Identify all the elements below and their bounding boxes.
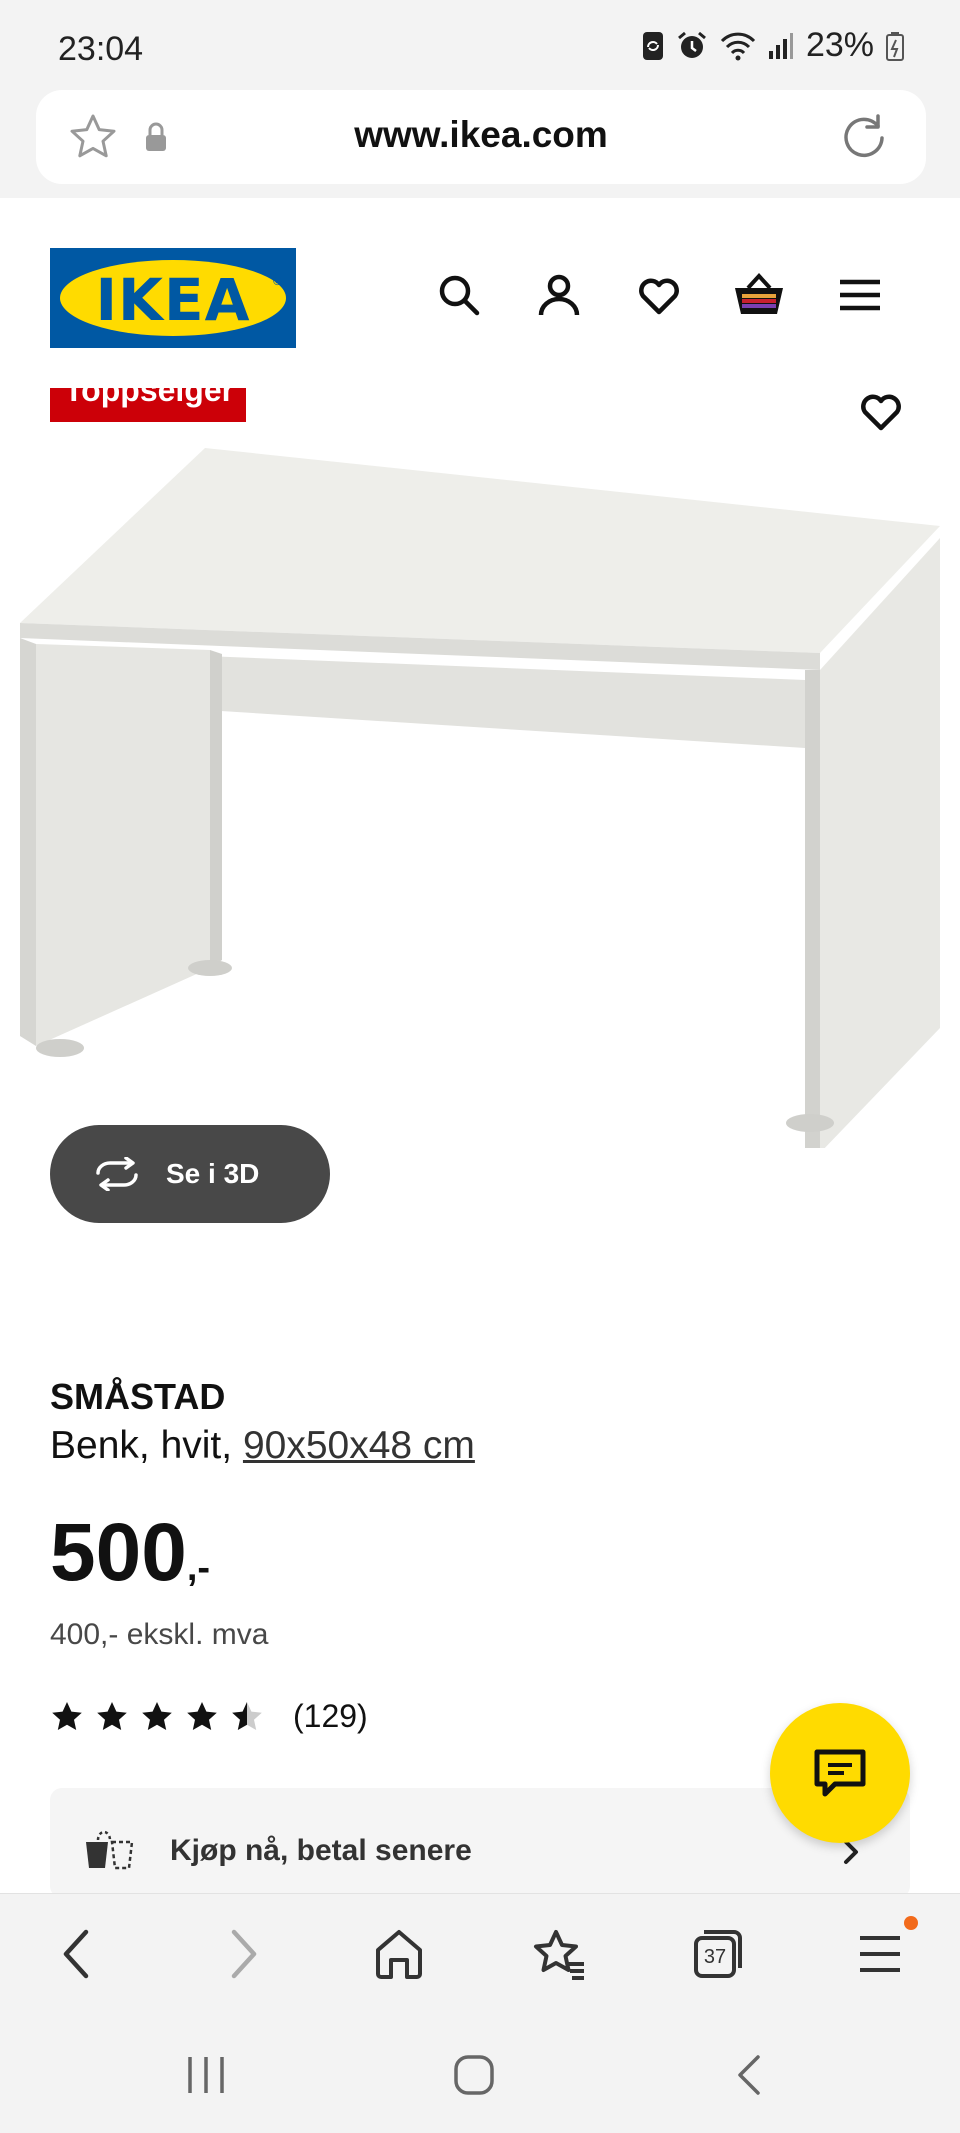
back-icon[interactable] bbox=[58, 1928, 98, 1980]
rotate-icon bbox=[96, 1157, 138, 1191]
forward-icon[interactable] bbox=[222, 1928, 262, 1980]
star-filled-icon bbox=[52, 1701, 82, 1730]
reload-icon[interactable] bbox=[838, 110, 890, 162]
notification-dot bbox=[904, 1916, 918, 1930]
chat-button[interactable] bbox=[770, 1703, 910, 1843]
bestseller-badge: Toppselger bbox=[50, 388, 246, 422]
status-icons: 23% bbox=[642, 26, 904, 65]
product-name: SMÅSTAD bbox=[50, 1376, 226, 1417]
back-icon[interactable] bbox=[728, 2053, 772, 2097]
product-gallery: Toppselger Se i 3D bbox=[0, 388, 960, 1278]
bnpl-label: Kjøp nå, betal senere bbox=[170, 1834, 472, 1867]
logo-text: IKEA bbox=[95, 266, 251, 334]
tab-count: 37 bbox=[703, 1946, 727, 1968]
price-ex-vat: 400,- ekskl. mva bbox=[50, 1618, 269, 1651]
signal-icon bbox=[768, 32, 793, 59]
wifi-icon bbox=[720, 32, 756, 60]
address-bar[interactable]: www.ikea.com bbox=[36, 90, 926, 184]
star-half-icon bbox=[232, 1701, 262, 1730]
star-filled-icon bbox=[187, 1701, 217, 1730]
wallet-icon bbox=[86, 1830, 134, 1870]
alarm-icon bbox=[677, 31, 706, 58]
search-icon[interactable] bbox=[436, 272, 482, 318]
heart-icon[interactable] bbox=[636, 272, 682, 318]
home-icon[interactable] bbox=[374, 1928, 424, 1980]
product-description: Benk, hvit, 90x50x48 cm bbox=[50, 1424, 475, 1467]
ikea-logo[interactable]: IKEA ® bbox=[50, 248, 296, 348]
star-filled-icon bbox=[97, 1701, 127, 1730]
product-image[interactable] bbox=[0, 448, 960, 1148]
star-filled-icon bbox=[142, 1701, 172, 1730]
home-icon[interactable] bbox=[452, 2053, 496, 2097]
battery-icon bbox=[886, 31, 904, 61]
sync-icon bbox=[642, 31, 663, 60]
review-count: (129) bbox=[293, 1698, 368, 1734]
bookmarks-icon[interactable] bbox=[532, 1928, 588, 1980]
recents-icon[interactable] bbox=[184, 2053, 228, 2097]
site-header: IKEA ® bbox=[0, 198, 960, 388]
browser-toolbar: www.ikea.com bbox=[0, 90, 960, 198]
dimensions-link[interactable]: 90x50x48 cm bbox=[243, 1424, 475, 1467]
menu-icon[interactable] bbox=[838, 272, 882, 318]
system-navigation-bar bbox=[0, 2013, 960, 2133]
favorite-icon[interactable] bbox=[858, 388, 904, 434]
menu-icon[interactable] bbox=[858, 1928, 902, 1980]
browser-bottom-bar: 37 bbox=[0, 1893, 960, 2013]
tabs-button[interactable]: 37 bbox=[692, 1928, 744, 1980]
view-3d-label: Se i 3D bbox=[166, 1158, 260, 1189]
product-price: 500,- bbox=[50, 1507, 211, 1598]
product-rating[interactable]: (129) bbox=[50, 1698, 368, 1735]
status-time: 23:04 bbox=[58, 30, 144, 68]
cart-icon[interactable] bbox=[733, 272, 785, 318]
url-text[interactable]: www.ikea.com bbox=[36, 114, 926, 156]
status-bar: 23:04 23% bbox=[0, 0, 960, 90]
battery-percent: 23% bbox=[805, 26, 874, 64]
view-3d-button[interactable]: Se i 3D bbox=[50, 1125, 330, 1223]
profile-icon[interactable] bbox=[536, 272, 582, 318]
chat-icon bbox=[814, 1749, 866, 1797]
